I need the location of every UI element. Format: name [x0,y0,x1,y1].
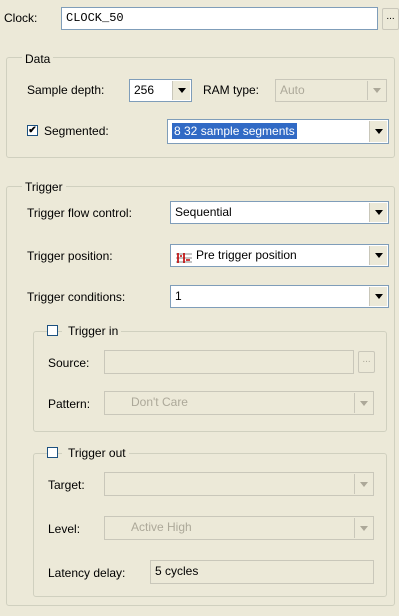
flow-control-label: Trigger flow control: [27,206,132,220]
clock-input[interactable]: CLOCK_50 [61,7,378,30]
chevron-down-icon [372,88,381,93]
pattern-dropdown-button[interactable] [354,393,372,413]
chevron-down-icon [374,294,383,299]
segmented-checkbox[interactable]: ✔ [27,125,38,136]
pattern-swatch [107,394,121,410]
pre-trigger-icon [175,250,193,263]
source-label: Source: [48,356,90,370]
target-dropdown-button[interactable] [354,474,372,494]
trigger-position-select[interactable]: Pre trigger position [170,244,389,267]
ram-type-value: Auto [280,83,305,97]
trigger-in-checkbox[interactable] [47,325,58,336]
latency-label: Latency delay: [48,566,126,580]
level-select[interactable]: Active High [104,516,374,540]
trigger-conditions-value: 1 [175,289,182,303]
pattern-select[interactable]: Don't Care [104,391,374,415]
trigger-out-title: Trigger out [62,446,129,460]
source-input[interactable] [104,350,354,374]
flow-control-select[interactable]: Sequential [170,201,389,224]
latency-input[interactable]: 5 cycles [150,560,374,584]
segmented-value: 8 32 sample segments [172,123,297,139]
sample-depth-dropdown-button[interactable] [172,81,190,100]
chevron-down-icon [374,253,383,258]
target-label: Target: [48,478,85,492]
level-value: Active High [131,520,192,534]
sample-depth-value: 256 [134,83,155,97]
trigger-in-group [33,331,387,432]
chevron-down-icon [177,88,186,93]
trigger-conditions-dropdown-button[interactable] [369,287,387,306]
chevron-down-icon [359,481,368,487]
clock-browse-button[interactable]: ... [382,8,399,30]
trigger-conditions-select[interactable]: 1 [170,285,389,308]
level-label: Level: [48,522,81,536]
segmented-label: Segmented: [44,124,109,138]
clock-label: Clock: [4,11,38,25]
segmented-dropdown-button[interactable] [369,121,387,142]
trigger-position-value: Pre trigger position [196,248,297,262]
ram-type-label: RAM type: [203,83,260,97]
segmented-select[interactable]: 8 32 sample segments [167,119,389,144]
trigger-conditions-label: Trigger conditions: [27,290,126,304]
flow-control-dropdown-button[interactable] [369,203,387,222]
pattern-label: Pattern: [48,397,91,411]
trigger-position-dropdown-button[interactable] [369,246,387,265]
ram-type-dropdown-button[interactable] [367,81,385,100]
target-select[interactable] [104,472,374,496]
sample-depth-label: Sample depth: [27,83,105,97]
trigger-group-title: Trigger [22,180,66,194]
chevron-down-icon [359,525,368,531]
sample-depth-select[interactable]: 256 [129,79,192,102]
chevron-down-icon [359,400,368,406]
level-swatch [107,519,121,535]
level-dropdown-button[interactable] [354,518,372,538]
pattern-value: Don't Care [131,395,188,409]
trigger-out-checkbox[interactable] [47,447,58,458]
flow-control-value: Sequential [175,205,232,219]
source-browse-button[interactable]: ... [358,351,375,373]
chevron-down-icon [374,210,383,215]
ram-type-select[interactable]: Auto [275,79,387,102]
data-group-title: Data [22,52,54,66]
trigger-in-title: Trigger in [62,324,122,338]
trigger-position-label: Trigger position: [27,249,113,263]
chevron-down-icon [374,129,383,134]
